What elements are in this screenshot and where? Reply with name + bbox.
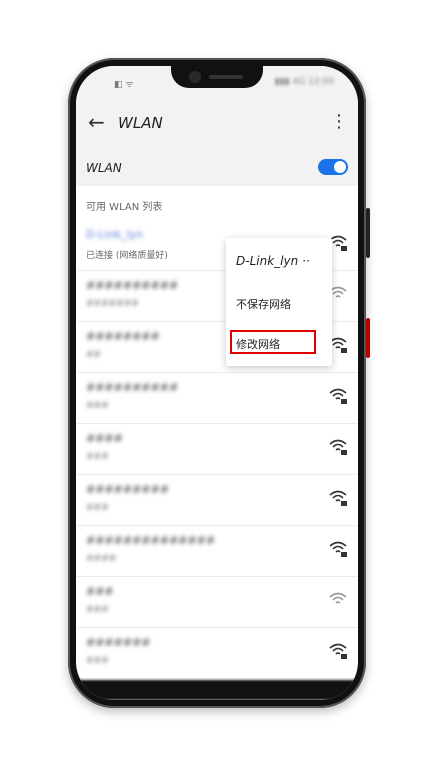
network-row[interactable]: ####### ### [76, 628, 358, 679]
network-status: 已连接 (网络质量好) [86, 251, 168, 261]
network-status: ### [86, 401, 109, 411]
status-icons-left: ◧ ᯤ [114, 80, 134, 90]
network-row[interactable]: ############## #### [76, 526, 358, 577]
notch [171, 66, 263, 88]
network-status: ## [86, 350, 102, 360]
wifi-lock-icon [329, 439, 347, 455]
network-name: ### [86, 585, 114, 598]
screen: ◧ ᯤ ▮▮▮ 4G 12:00 ← WLAN ⋮ WLAN 可用 WLAN 列… [76, 66, 358, 700]
modify-network-option[interactable]: 修改网络 [236, 336, 280, 352]
forget-network-option[interactable]: 不保存网络 [236, 296, 291, 312]
network-status: ### [86, 605, 109, 615]
network-name: D-Link_lyn [86, 228, 144, 241]
network-name: #### [86, 432, 123, 445]
status-icons-right: ▮▮▮ 4G 12:00 [274, 77, 334, 87]
more-options-icon[interactable]: ⋮ [330, 110, 348, 134]
network-status: ### [86, 452, 109, 462]
network-status: ### [86, 503, 109, 513]
power-button [366, 318, 370, 358]
available-networks-header: 可用 WLAN 列表 [86, 202, 163, 213]
network-name: ######### [86, 483, 169, 496]
bottom-blur-strip [76, 680, 358, 700]
wlan-toggle-label: WLAN [86, 161, 122, 175]
back-arrow-icon[interactable]: ← [88, 110, 105, 134]
network-context-menu: D-Link_lyn ·· 不保存网络 修改网络 [226, 238, 332, 366]
network-status: ####### [86, 299, 139, 309]
network-row[interactable]: ######### ### [76, 475, 358, 526]
earpiece-speaker [209, 75, 243, 79]
wifi-lock-icon [329, 490, 347, 506]
network-name: ######## [86, 330, 160, 343]
wifi-lock-icon [329, 541, 347, 557]
network-name: ############## [86, 534, 216, 547]
wifi-icon [329, 592, 347, 604]
context-menu-title: D-Link_lyn ·· [236, 254, 310, 268]
toggle-knob [334, 161, 346, 173]
network-status: #### [86, 554, 117, 564]
network-row[interactable]: ### ### [76, 577, 358, 628]
wlan-toggle-switch[interactable] [318, 159, 348, 175]
app-bar: ← WLAN ⋮ [76, 98, 358, 150]
network-status: ### [86, 656, 109, 666]
network-row[interactable]: ########## ### [76, 373, 358, 424]
front-camera [189, 71, 201, 83]
network-name: ########## [86, 279, 179, 292]
network-name: ########## [86, 381, 179, 394]
page-title: WLAN [118, 114, 163, 132]
wifi-lock-icon [329, 388, 347, 404]
wlan-toggle-row[interactable]: WLAN [76, 150, 358, 186]
wifi-lock-icon [329, 643, 347, 659]
network-row[interactable]: #### ### [76, 424, 358, 475]
network-name: ####### [86, 636, 151, 649]
phone-frame: ◧ ᯤ ▮▮▮ 4G 12:00 ← WLAN ⋮ WLAN 可用 WLAN 列… [68, 58, 370, 708]
volume-button [366, 208, 370, 258]
